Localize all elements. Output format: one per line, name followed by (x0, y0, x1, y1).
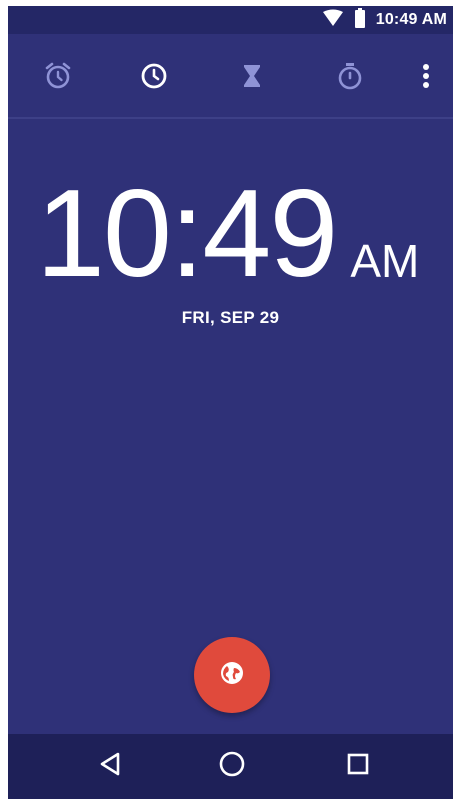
battery-icon (354, 7, 366, 33)
tab-clock[interactable] (136, 58, 172, 94)
tab-divider (8, 117, 453, 119)
recents-square-icon (346, 752, 370, 781)
home-circle-icon (218, 750, 246, 783)
recents-button[interactable] (342, 750, 374, 782)
alarm-icon (43, 61, 73, 91)
clock-time-digits: 10:49 (36, 165, 338, 303)
more-vert-icon (422, 62, 430, 90)
tab-stopwatch[interactable] (332, 58, 368, 94)
clock-date: FRI, SEP 29 (181, 308, 280, 327)
back-triangle-icon (98, 751, 122, 782)
back-button[interactable] (94, 750, 126, 782)
clock-icon (139, 61, 169, 91)
hourglass-icon (237, 61, 267, 91)
home-button[interactable] (216, 750, 248, 782)
clock-app-screen: 10:49 AM 10:49 AM FRI, SEP 29 (8, 6, 453, 799)
tab-bar (8, 34, 453, 118)
stopwatch-icon (335, 61, 365, 91)
add-city-button[interactable] (194, 637, 270, 713)
navigation-bar (8, 734, 453, 799)
wifi-icon (322, 9, 344, 32)
status-bar: 10:49 AM (8, 6, 453, 34)
clock-ampm: AM (350, 235, 420, 287)
status-time: 10:49 AM (375, 11, 447, 28)
status-icons: 10:49 AM (322, 7, 447, 33)
overflow-menu-button[interactable] (410, 58, 442, 94)
globe-icon (219, 660, 245, 691)
tab-alarm[interactable] (40, 58, 76, 94)
digital-clock: 10:49 AM (36, 156, 419, 296)
tab-timer[interactable] (234, 58, 270, 94)
